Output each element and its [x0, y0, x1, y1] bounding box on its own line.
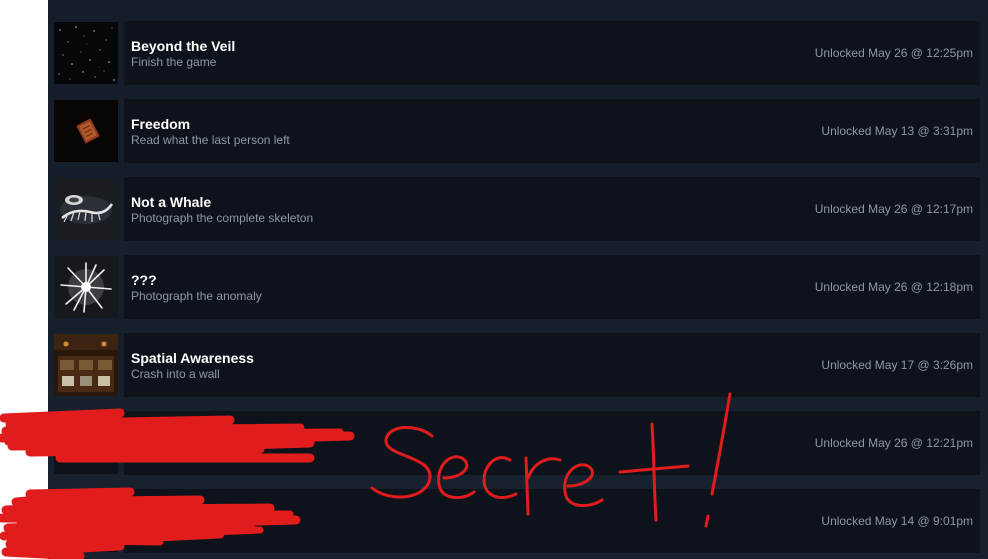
- achievement-row: Unlocked May 26 @ 12:21pm: [54, 411, 980, 475]
- anomaly-icon: [54, 256, 118, 318]
- achievement-description: Crash into a wall: [131, 367, 220, 381]
- note-icon: [54, 100, 118, 162]
- achievement-description: Finish the game: [131, 55, 217, 69]
- achievement-description: Read what the last person left: [131, 133, 290, 147]
- achievement-card: Spatial Awareness Crash into a wall Unlo…: [124, 333, 980, 397]
- achievement-row: Beyond the Veil Finish the game Unlocked…: [54, 21, 980, 85]
- unlock-time: Unlocked May 26 @ 12:17pm: [814, 202, 973, 216]
- achievement-description: Photograph the anomaly: [131, 289, 262, 303]
- achievement-title: Freedom: [131, 116, 191, 132]
- unlock-time: Unlocked May 26 @ 12:25pm: [814, 46, 973, 60]
- achievement-title: Beyond the Veil: [131, 38, 236, 54]
- achievement-row: ??? Photograph the anomaly Unlocked May …: [54, 255, 980, 319]
- redacted-icon: [54, 490, 118, 552]
- unlock-time: Unlocked May 13 @ 3:31pm: [821, 124, 973, 138]
- cockpit-icon: [54, 334, 118, 396]
- achievement-card: Unlocked May 14 @ 9:01pm: [124, 489, 980, 553]
- achievement-description: Photograph the complete skeleton: [131, 211, 314, 225]
- achievement-row: Freedom Read what the last person left U…: [54, 99, 980, 163]
- achievement-title: ???: [131, 272, 157, 288]
- starfield-icon: [54, 22, 118, 84]
- unlock-time: Unlocked May 26 @ 12:21pm: [814, 436, 973, 450]
- unlock-time: Unlocked May 26 @ 12:18pm: [814, 280, 973, 294]
- unlock-time: Unlocked May 17 @ 3:26pm: [821, 358, 973, 372]
- skeleton-icon: [54, 178, 118, 240]
- achievement-row: Not a Whale Photograph the complete skel…: [54, 177, 980, 241]
- achievement-card: Freedom Read what the last person left U…: [124, 99, 980, 163]
- achievement-row: Unlocked May 14 @ 9:01pm: [54, 489, 980, 553]
- unlock-time: Unlocked May 14 @ 9:01pm: [821, 514, 973, 528]
- achievement-card: Unlocked May 26 @ 12:21pm: [124, 411, 980, 475]
- achievement-card: Not a Whale Photograph the complete skel…: [124, 177, 980, 241]
- achievement-card: Beyond the Veil Finish the game Unlocked…: [124, 21, 980, 85]
- achievement-row: Spatial Awareness Crash into a wall Unlo…: [54, 333, 980, 397]
- achievement-card: ??? Photograph the anomaly Unlocked May …: [124, 255, 980, 319]
- achievement-title: Not a Whale: [131, 194, 212, 210]
- redacted-icon: [54, 412, 118, 474]
- achievement-title: Spatial Awareness: [131, 350, 254, 366]
